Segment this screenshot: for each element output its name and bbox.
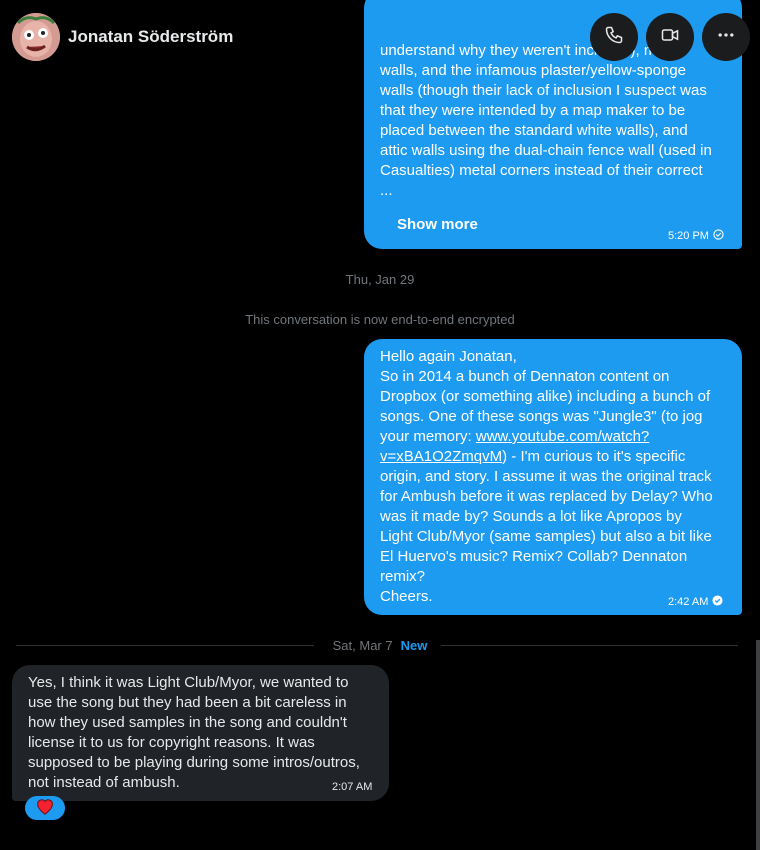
- video-call-button[interactable]: [646, 13, 694, 61]
- date-separator: Thu, Jan 29: [345, 272, 415, 287]
- avatar[interactable]: [12, 13, 60, 61]
- reaction-badge[interactable]: [25, 796, 65, 820]
- message-text-end: ) - I'm curious to it's specific origin,…: [380, 448, 713, 605]
- message-text: Hello again Jonatan, So in 2014 a bunch …: [380, 347, 736, 607]
- new-badge: New: [400, 638, 428, 653]
- message-bubble-outgoing[interactable]: Hello again Jonatan, So in 2014 a bunch …: [364, 339, 742, 615]
- date-separator: Sat, Mar 7: [332, 638, 393, 653]
- video-camera-icon: [660, 25, 680, 50]
- show-more-link[interactable]: Show more: [397, 216, 478, 233]
- message-timestamp: 2:07 AM: [332, 781, 372, 793]
- message-time: 5:20 PM: [668, 230, 709, 242]
- conversation-header: Jonatan Söderström: [0, 0, 760, 76]
- more-options-button[interactable]: [702, 13, 750, 61]
- contact-name[interactable]: Jonatan Söderström: [68, 27, 233, 47]
- sent-check-icon: [713, 229, 724, 243]
- heart-icon: [35, 797, 55, 820]
- message-timestamp: 2:42 AM: [668, 595, 723, 609]
- scrollbar[interactable]: [756, 640, 760, 850]
- read-check-icon: [712, 595, 723, 609]
- new-messages-separator: Sat, Mar 7 New: [0, 638, 760, 653]
- message-time: 2:07 AM: [332, 781, 373, 793]
- more-horizontal-icon: [716, 25, 736, 50]
- message-text: Yes, I think it was Light Club/Myor, we …: [28, 674, 360, 791]
- message-timestamp: 5:20 PM: [668, 229, 724, 243]
- call-button[interactable]: [590, 13, 638, 61]
- encryption-notice: This conversation is now end-to-end encr…: [245, 312, 515, 327]
- phone-icon: [604, 25, 624, 50]
- message-time: 2:42 AM: [668, 596, 709, 608]
